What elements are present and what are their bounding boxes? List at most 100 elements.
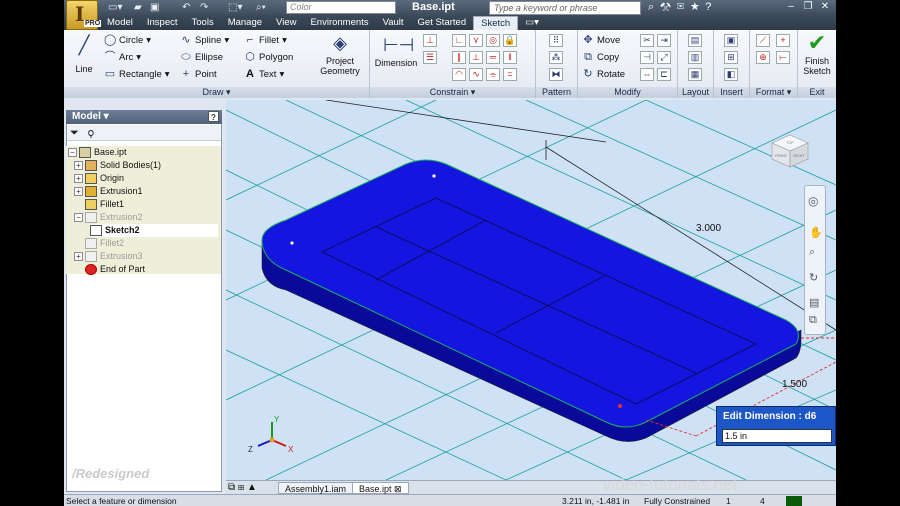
find-icon[interactable]: ⚲ [88,127,94,139]
dimension-width-label[interactable]: 1.500 [782,379,807,390]
close-tab-icon[interactable]: ⊠ [394,484,402,494]
tree-item-solid-bodies[interactable]: + Solid Bodies(1) [74,159,161,172]
sketch-point[interactable] [290,241,294,245]
tab-tools[interactable]: Tools [185,16,221,30]
orbit-icon[interactable]: ↻ [809,271,818,284]
view-icon[interactable]: ⧉ [809,314,817,327]
offset-icon[interactable]: ⊏ [657,68,671,81]
point-button[interactable]: + Point [180,68,217,80]
application-menu-button[interactable]: I PRO [66,0,102,30]
doc-tab-base[interactable]: Base.ipt ⊠ [352,482,409,494]
modify-panel-label[interactable]: Modify [578,87,677,98]
show-constraints-icon[interactable]: ☰ [423,51,437,64]
scale-icon[interactable]: ⤢ [657,51,671,64]
tree-item-end-of-part[interactable]: End of Part [85,263,145,276]
insert-points-icon[interactable]: ⊞ [724,51,738,64]
layout-panel-label[interactable]: Layout [678,87,713,98]
format-panel-label[interactable]: Format ▾ [750,87,797,98]
tree-item-sketch2[interactable]: Sketch2 [90,224,218,237]
look-at-icon[interactable]: ▤ [809,296,819,309]
tree-item-origin[interactable]: + Origin [74,172,124,185]
rectangle-button[interactable]: ▭ Rectangle ▾ [104,68,170,80]
zoom-icon[interactable]: ⌕▾ [256,2,266,14]
mirror-icon[interactable]: ⧓ [549,68,563,81]
expand-icon[interactable]: + [74,252,83,261]
steering-wheel-icon[interactable]: ◎ [808,194,818,208]
help-icon[interactable]: ? [208,111,219,122]
insert-panel-label[interactable]: Insert [714,87,749,98]
collinear-icon[interactable]: ⋎ [469,34,483,47]
make-part-icon[interactable]: ▤ [688,34,702,47]
parallel-icon[interactable]: ∥ [452,51,466,64]
centerline-icon[interactable]: + [776,34,790,47]
zoom-icon[interactable]: ⌕ [809,246,815,259]
tree-item-extrusion1[interactable]: + Extrusion1 [74,185,143,198]
tangent-icon[interactable]: ◠ [452,68,466,81]
fix-icon[interactable]: 🔒 [503,34,517,47]
new-icon[interactable]: ▭▾ [108,2,122,14]
undo-icon[interactable]: ↶ [182,2,190,14]
vertical-icon[interactable]: ‖ [503,51,517,64]
make-components-icon[interactable]: ▥ [688,51,702,64]
tab-model[interactable]: Model [100,16,140,30]
copy-button[interactable]: ⧉ Copy [582,51,619,63]
symmetric-icon[interactable]: ⌯ [486,68,500,81]
fillet-button[interactable]: ⌐ Fillet ▾ [244,34,287,46]
project-geometry-button[interactable]: ◈ Project Geometry [314,32,366,76]
rectangular-pattern-icon[interactable]: ⠿ [549,34,563,47]
pan-icon[interactable]: ✋ [809,226,823,239]
save-icon[interactable]: ▣ [150,2,159,14]
viewcube[interactable]: TOP FRONT RIGHT [770,133,810,169]
line-button[interactable]: ╱ Line [68,34,100,74]
restore-button[interactable]: ❐ [801,1,815,13]
tab-inspect[interactable]: Inspect [140,16,185,30]
browser-header[interactable]: Model ▾ ? [66,110,222,124]
spline-button[interactable]: ∿ Spline ▾ [180,34,229,46]
tile-windows-icon[interactable]: ⧉ ⊞ ▲ [228,482,257,493]
doc-tab-assembly1[interactable]: Assembly1.iam [278,482,354,494]
dimension-grip[interactable] [618,404,622,408]
close-button[interactable]: ✕ [818,1,832,13]
circular-pattern-icon[interactable]: ⁂ [549,51,563,64]
tree-item-fillet2[interactable]: Fillet2 [85,237,124,250]
select-mode-icon[interactable]: ⬚▾ [228,2,242,14]
search-input[interactable]: Type a keyword or phrase [489,1,641,15]
help-toolbar[interactable]: ⌕⚒✉★? [648,1,717,14]
tab-vault[interactable]: Vault [376,16,411,30]
stretch-icon[interactable]: ⇔ [640,68,654,81]
expand-icon[interactable]: + [74,174,83,183]
tree-item-extrusion3[interactable]: + Extrusion3 [74,250,143,263]
collapse-icon[interactable]: − [68,148,77,157]
minimize-button[interactable]: – [784,1,798,13]
center-point-icon[interactable]: ⊕ [756,51,770,64]
exit-panel-label[interactable]: Exit [798,87,836,98]
create-block-icon[interactable]: ▦ [688,68,702,81]
pattern-panel-label[interactable]: Pattern [536,87,577,98]
arc-button[interactable]: ⌒ Arc ▾ [104,51,142,63]
tab-sketch[interactable]: Sketch [473,16,519,30]
move-button[interactable]: ✥ Move [582,34,620,46]
open-icon[interactable]: ▰ [134,2,142,14]
expand-icon[interactable]: + [74,161,83,170]
ellipse-button[interactable]: ⬭ Ellipse [180,51,223,63]
split-icon[interactable]: ⊣ [640,51,654,64]
insert-image-icon[interactable]: ▣ [724,34,738,47]
coincident-icon[interactable]: ∟ [452,34,466,47]
tree-item-fillet1[interactable]: Fillet1 [85,198,124,211]
tab-environments[interactable]: Environments [303,16,375,30]
trim-icon[interactable]: ✂ [640,34,654,47]
edit-dimension-input[interactable]: 1.5 in [722,429,832,443]
construction-icon[interactable]: ⟋ [756,34,770,47]
expand-icon[interactable]: + [74,187,83,196]
finish-sketch-button[interactable]: ✔ Finish Sketch [800,32,834,77]
equal-icon[interactable]: = [503,68,517,81]
sketch-point[interactable] [432,174,436,178]
tab-view[interactable]: View [269,16,303,30]
polygon-button[interactable]: ⬡ Polygon [244,51,293,63]
tree-item-base[interactable]: − Base.ipt [68,146,127,159]
tree-item-extrusion2[interactable]: − Extrusion2 [74,211,143,224]
text-button[interactable]: A Text ▾ [244,68,284,80]
insert-acad-icon[interactable]: ◧ [724,68,738,81]
driven-dimension-icon[interactable]: ⟝ [776,51,790,64]
horizontal-icon[interactable]: ═ [486,51,500,64]
